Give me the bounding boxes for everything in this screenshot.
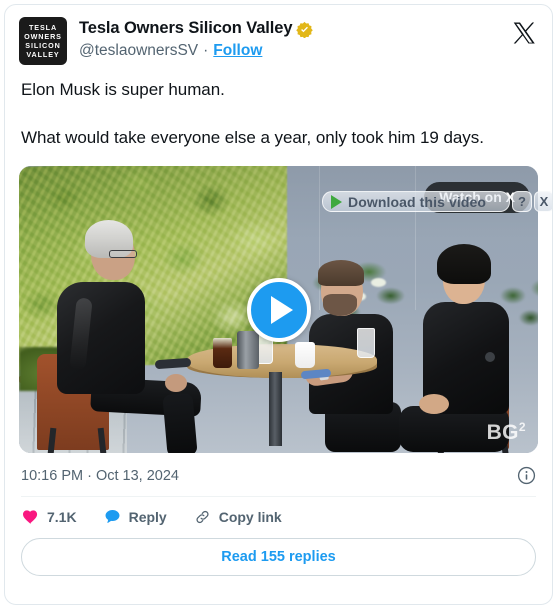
handle-row: @teslaownersSV · Follow <box>79 41 313 61</box>
help-button[interactable]: ? <box>512 191 532 212</box>
x-logo-icon[interactable] <box>512 21 536 45</box>
like-count: 7.1K <box>47 509 77 525</box>
play-button-icon[interactable] <box>246 277 311 342</box>
reply-action[interactable]: Reply <box>103 508 167 526</box>
avatar-text-line-1: TESLA <box>28 22 58 32</box>
copy-link-action[interactable]: Copy link <box>193 508 282 526</box>
tweet-meta-row: 10:16 PM · Oct 13, 2024 <box>5 453 552 496</box>
avatar-text-line-3: SILICON <box>25 41 61 50</box>
tweet-paragraph-1: Elon Musk is super human. <box>21 80 225 99</box>
read-replies-button[interactable]: Read 155 replies <box>21 538 536 576</box>
download-this-video-button[interactable]: Download this video <box>322 191 510 212</box>
person-middle-beard <box>323 294 357 316</box>
watermark-text: BG <box>486 421 519 444</box>
tweet-header: TESLA OWNERS SILICON VALLEY Tesla Owners… <box>5 5 552 65</box>
person-left-glasses <box>109 250 137 258</box>
tweet-paragraph-2: What would take everyone else a year, on… <box>21 128 484 147</box>
jacket-button <box>485 352 495 362</box>
person-left-shin <box>162 392 198 453</box>
download-video-widget[interactable]: Download this video ? X <box>322 191 552 212</box>
green-play-icon <box>331 194 342 209</box>
info-circle-icon[interactable] <box>517 466 536 485</box>
verified-badge-icon <box>296 21 314 38</box>
tumbler <box>237 331 259 369</box>
coffee-mug <box>295 342 315 368</box>
display-name-row: Tesla Owners Silicon Valley <box>79 18 314 38</box>
reply-bubble-icon <box>103 508 122 526</box>
person-right-hair <box>437 244 491 284</box>
avatar[interactable]: TESLA OWNERS SILICON VALLEY <box>19 17 67 65</box>
person-left-body <box>57 282 145 394</box>
reply-label: Reply <box>128 509 167 525</box>
like-action[interactable]: 7.1K <box>21 508 77 526</box>
person-middle-hair <box>318 260 364 286</box>
person-left-hand <box>165 374 187 392</box>
identity-block: Tesla Owners Silicon Valley @teslaowners… <box>79 17 314 61</box>
close-icon[interactable]: X <box>534 191 552 212</box>
download-video-label: Download this video <box>348 193 487 210</box>
table-stem <box>269 372 282 446</box>
tweet-text: Elon Musk is super human. What would tak… <box>5 65 552 150</box>
watermark-superscript: 2 <box>518 420 526 434</box>
handle[interactable]: @teslaownersSV <box>79 41 198 61</box>
follow-link[interactable]: Follow <box>213 41 262 61</box>
drink-glass <box>213 338 232 368</box>
tweet-card: TESLA OWNERS SILICON VALLEY Tesla Owners… <box>4 4 553 605</box>
handle-separator: · <box>203 42 209 59</box>
person-right-hands <box>419 394 449 414</box>
timestamp: 10:16 PM · Oct 13, 2024 <box>21 467 179 484</box>
video-watermark: BG2 <box>487 420 526 445</box>
tweet-actions: 7.1K Reply Copy link <box>5 497 552 538</box>
play-triangle <box>271 295 293 324</box>
avatar-text-line-2: OWNERS <box>24 31 62 41</box>
avatar-text-line-4: VALLEY <box>26 50 60 60</box>
display-name[interactable]: Tesla Owners Silicon Valley <box>79 18 293 38</box>
heart-icon <box>21 508 40 526</box>
link-icon <box>193 508 212 526</box>
water-glass <box>357 328 375 358</box>
copy-link-label: Copy link <box>218 509 282 525</box>
